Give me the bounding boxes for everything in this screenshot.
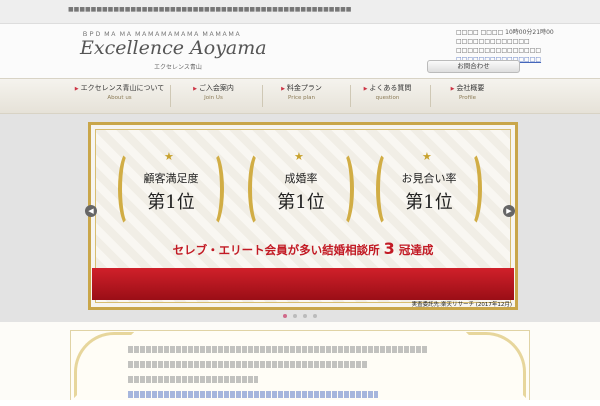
award-label: 顧客満足度 (143, 172, 199, 185)
slogan-end: 冠達成 (398, 243, 434, 257)
logo-subtitle: エクセレンス青山 (154, 64, 202, 71)
award-marriage-rate: ★ 成婚率 第1位 (248, 150, 354, 232)
award-rank: 第1位 (277, 192, 325, 213)
banner-red-band (92, 268, 514, 300)
nav-label: 料金プラン (254, 83, 349, 94)
nav-label: ご入会案内 (166, 83, 261, 94)
slider-dot[interactable] (303, 314, 307, 318)
star-icon: ★ (422, 150, 432, 163)
nav-sublabel: About us (107, 95, 132, 101)
text-line (128, 376, 258, 383)
inquiry-button[interactable]: お問合わせ (427, 60, 520, 73)
slider-dot[interactable] (293, 314, 297, 318)
nav-label: エクセレンス青山について (72, 83, 167, 94)
slogan-number: 3 (383, 239, 395, 258)
nav-item-profile[interactable]: 会社概要 Profile (420, 83, 515, 109)
slogan-main: セレブ・エリート会員が多い結婚相談所 (172, 243, 380, 257)
contact-hours: □□□□ □□□□ 10時00分21時00 (456, 29, 554, 36)
award-rank: 第1位 (405, 192, 453, 213)
nav-label: 会社概要 (420, 83, 515, 94)
chevron-left-icon[interactable]: ◀ (85, 205, 97, 217)
nav-sublabel: Price plan (287, 95, 316, 101)
top-info-text: ■■■■■■■■■■■■■■■■■■■■■■■■■■■■■■■■■■■■■■■■… (68, 6, 352, 13)
slider-pagination (283, 314, 323, 320)
contact-info: □□□□ □□□□ 10時00分21時00 □□□□□□□□□□□□□ □□□□… (456, 28, 571, 64)
award-label: 成婚率 (284, 172, 318, 185)
award-label: お見合い率 (401, 172, 457, 185)
nav-item-price[interactable]: 料金プラン Price plan (254, 83, 349, 109)
text-line (128, 361, 368, 368)
site-logo[interactable]: Excellence Aoyama (80, 37, 267, 59)
chevron-right-icon[interactable]: ▶ (503, 205, 515, 217)
slider-dot-active[interactable] (283, 314, 287, 318)
survey-credit: 実査委託先:楽天リサーチ (2017年12月) (411, 302, 512, 308)
award-matching-rate: ★ お見合い率 第1位 (376, 150, 482, 232)
nav-sublabel: Profile (458, 95, 477, 101)
nav-item-about[interactable]: エクセレンス青山について About us (72, 83, 167, 109)
star-icon: ★ (164, 150, 174, 163)
banner-slogan: セレブ・エリート会員が多い結婚相談所 3 冠達成 (92, 236, 514, 262)
award-rank: 第1位 (147, 192, 195, 213)
award-customer-satisfaction: ★ 顧客満足度 第1位 (118, 150, 224, 232)
text-line (128, 346, 428, 353)
star-icon: ★ (294, 150, 304, 163)
slider-dot[interactable] (313, 314, 317, 318)
main-nav: エクセレンス青山について About us ご入会案内 Join Us 料金プラ… (0, 78, 600, 114)
nav-sublabel: Join Us (204, 95, 223, 101)
contact-line: □□□□□□□□□□□□□□□ (456, 47, 542, 54)
top-info-bar: ■■■■■■■■■■■■■■■■■■■■■■■■■■■■■■■■■■■■■■■■… (0, 0, 600, 24)
contact-line: □□□□□□□□□□□□□ (456, 38, 530, 45)
intro-text-block (128, 346, 428, 406)
text-link-line[interactable] (128, 391, 378, 398)
nav-item-join[interactable]: ご入会案内 Join Us (166, 83, 261, 109)
